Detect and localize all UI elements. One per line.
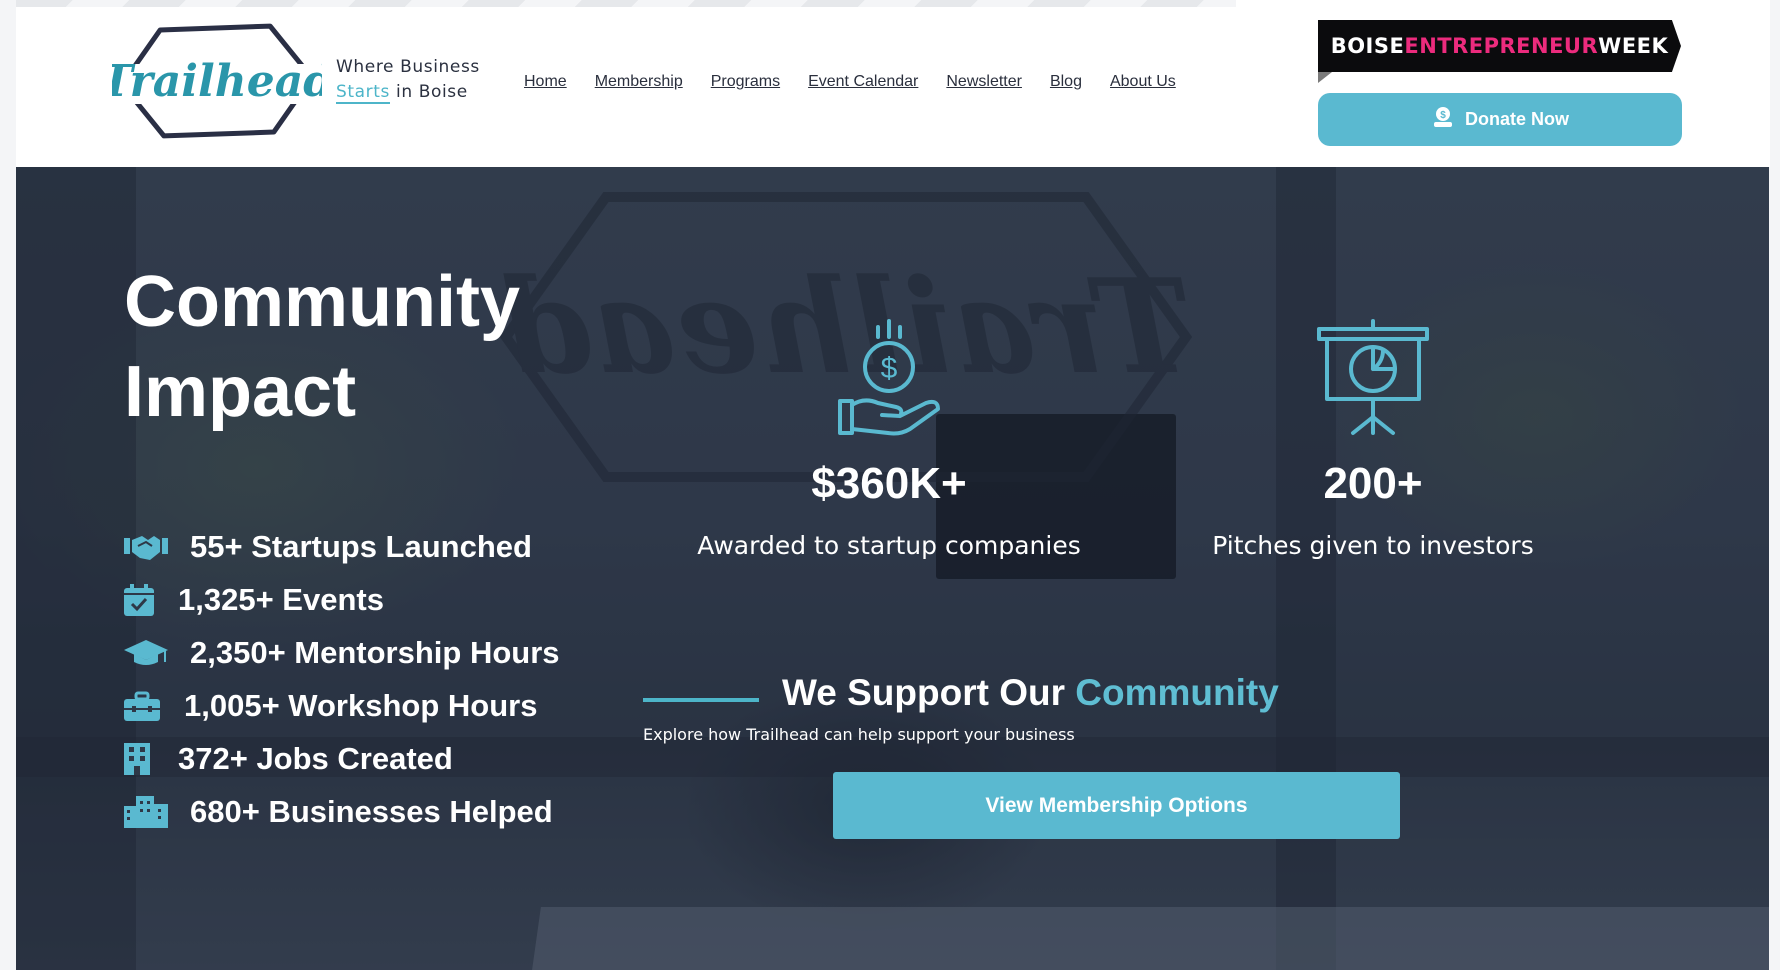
trailhead-logo[interactable]: Trailhead: [100, 22, 334, 140]
tagline-line1: Where Business: [336, 57, 480, 77]
money-hand-icon: $: [679, 317, 1099, 437]
banner-part3: WEEK: [1598, 34, 1669, 58]
accent-line: [643, 698, 759, 702]
stat-caption: Awarded to startup companies: [697, 531, 1081, 560]
tagline: Where Business Starts in Boise: [336, 55, 480, 105]
main-nav: Home Membership Programs Event Calendar …: [524, 73, 1204, 91]
stat-jobs: 372+ Jobs Created: [124, 732, 644, 785]
nav-membership[interactable]: Membership: [595, 73, 683, 91]
stat-text: 1,005+ Workshop Hours: [184, 687, 538, 723]
hand-coin-icon: $: [1431, 105, 1455, 134]
handshake-icon: [124, 529, 170, 565]
support-subtitle: Explore how Trailhead can help support y…: [643, 725, 1075, 744]
toolbox-icon: [124, 688, 164, 724]
nav-programs[interactable]: Programs: [711, 73, 780, 91]
nav-home[interactable]: Home: [524, 73, 567, 91]
hero-title-line1: Community: [124, 262, 520, 342]
donate-now-button[interactable]: $ Donate Now: [1318, 93, 1682, 146]
stat-value: 200+: [1323, 459, 1423, 508]
banner-part1: BOISE: [1330, 34, 1405, 58]
stat-text: 680+ Businesses Helped: [190, 793, 553, 829]
svg-text:$: $: [1440, 110, 1446, 121]
donate-label: Donate Now: [1464, 109, 1569, 129]
stat-text: 1,325+ Events: [178, 581, 384, 617]
support-heading-main: We Support Our: [782, 672, 1076, 713]
building-icon: [124, 741, 158, 777]
stat-text: 372+ Jobs Created: [178, 740, 453, 776]
city-icon: [124, 794, 170, 830]
stat-value: $360K+: [811, 459, 967, 508]
calendar-check-icon: [124, 582, 158, 618]
stat-mentorship: 2,350+ Mentorship Hours: [124, 626, 644, 679]
banner-part2: ENTREPRENEUR: [1404, 34, 1599, 58]
nav-event-calendar[interactable]: Event Calendar: [808, 73, 918, 91]
presentation-chart-icon: [1163, 317, 1583, 437]
nav-blog[interactable]: Blog: [1050, 73, 1082, 91]
boise-entrepreneur-week-banner[interactable]: BOISE ENTREPRENEUR WEEK: [1318, 20, 1681, 72]
nav-newsletter[interactable]: Newsletter: [946, 73, 1022, 91]
svg-text:Trailhead: Trailhead: [112, 56, 322, 107]
nav-about-us[interactable]: About Us: [1110, 73, 1176, 91]
site-header: Trailhead Where Business Starts in Boise…: [16, 0, 1770, 167]
tagline-rest: in Boise: [390, 82, 468, 102]
page-frame-right: [1769, 0, 1780, 970]
view-membership-options-button[interactable]: View Membership Options: [833, 772, 1400, 839]
stat-events: 1,325+ Events: [124, 573, 644, 626]
banner-fold: [1318, 72, 1332, 83]
graduation-cap-icon: [124, 635, 170, 671]
stat-caption: Pitches given to investors: [1212, 531, 1534, 560]
stat-pitches: 200+ Pitches given to investors: [1163, 317, 1583, 560]
svg-text:$: $: [881, 352, 898, 385]
support-heading: We Support Our Community: [782, 672, 1279, 714]
top-edge-strip: [16, 0, 1236, 7]
stat-businesses: 680+ Businesses Helped: [124, 785, 644, 838]
hero-title: Community Impact: [124, 257, 520, 437]
stat-text: 2,350+ Mentorship Hours: [190, 634, 560, 670]
impact-stats-list: 55+ Startups Launched 1,325+ Events 2,35…: [124, 520, 644, 838]
stat-workshop: 1,005+ Workshop Hours: [124, 679, 644, 732]
tagline-accent: Starts: [336, 82, 390, 104]
support-heading-accent: Community: [1075, 672, 1279, 713]
page-frame-left: [0, 0, 16, 970]
hero-title-line2: Impact: [124, 352, 357, 432]
stat-awarded: $ $360K+ Awarded to startup companies: [679, 317, 1099, 560]
stat-startups: 55+ Startups Launched: [124, 520, 644, 573]
hero-section: Trailhead Community Impact 55+ Startups …: [16, 167, 1769, 970]
stat-text: 55+ Startups Launched: [190, 528, 532, 564]
